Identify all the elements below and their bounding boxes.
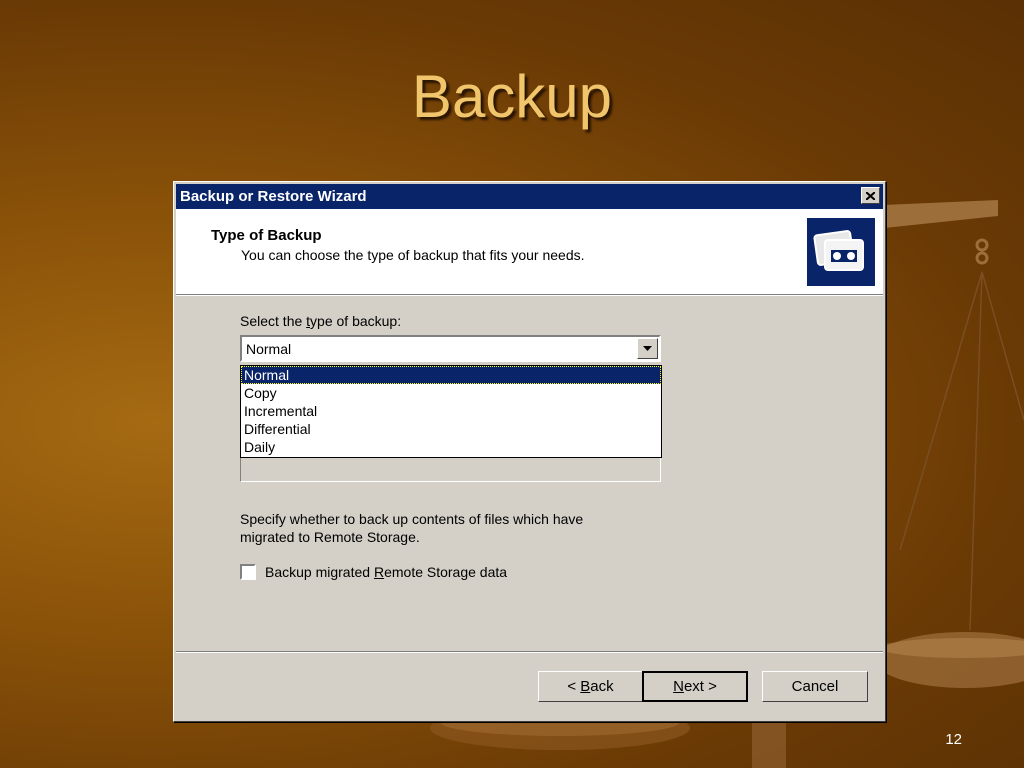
backup-type-dropdown-list[interactable]: Normal Copy Incremental Differential Dai…	[240, 365, 662, 458]
option-copy[interactable]: Copy	[241, 384, 661, 402]
footer-separator-highlight	[176, 652, 883, 653]
option-normal[interactable]: Normal	[241, 366, 661, 384]
slide-title: Backup	[411, 63, 613, 130]
page-subtitle: You can choose the type of backup that f…	[241, 247, 585, 263]
remote-storage-description-2: migrated to Remote Storage.	[240, 529, 420, 545]
backup-tape-icon	[807, 218, 875, 286]
option-differential[interactable]: Differential	[241, 420, 661, 438]
cancel-button[interactable]: Cancel	[762, 671, 868, 702]
chevron-down-icon	[643, 346, 652, 351]
type-description-box	[240, 456, 661, 482]
slide-page-number: 12	[945, 731, 962, 748]
backup-type-select[interactable]: Normal	[240, 335, 661, 362]
back-button[interactable]: < Back	[538, 671, 643, 702]
close-icon	[866, 191, 875, 200]
page-title: Type of Backup	[211, 227, 322, 244]
window-titlebar[interactable]: Backup or Restore Wizard	[176, 184, 883, 209]
remote-storage-checkbox[interactable]	[240, 564, 256, 580]
window-title: Backup or Restore Wizard	[180, 188, 367, 205]
next-button[interactable]: Next >	[642, 671, 748, 702]
remote-storage-checkbox-label[interactable]: Backup migrated Remote Storage data	[265, 564, 507, 580]
remote-storage-description-1: Specify whether to back up contents of f…	[240, 511, 584, 527]
close-button[interactable]	[861, 187, 880, 204]
header-separator	[176, 295, 883, 296]
dropdown-button[interactable]	[637, 338, 658, 359]
option-incremental[interactable]: Incremental	[241, 402, 661, 420]
wizard-dialog: Backup or Restore Wizard Type of Backup …	[173, 181, 886, 722]
backup-type-label: Select the type of backup:	[240, 313, 402, 329]
backup-type-value: Normal	[246, 341, 292, 357]
wizard-header: Type of Backup You can choose the type o…	[176, 209, 883, 295]
option-daily[interactable]: Daily	[241, 438, 661, 456]
